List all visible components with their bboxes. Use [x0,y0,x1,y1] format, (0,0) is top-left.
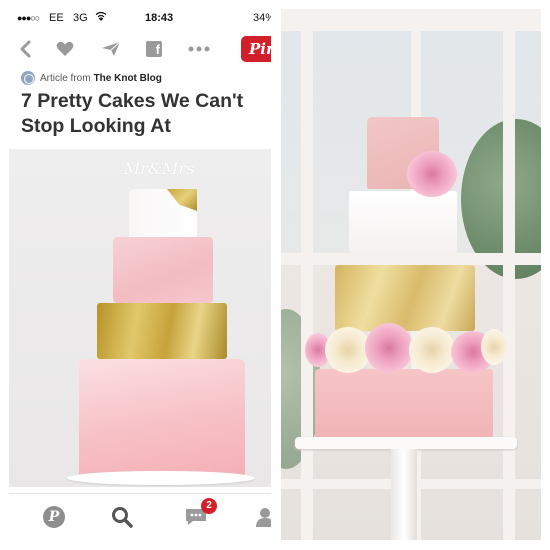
heart-icon[interactable] [55,37,75,61]
bottom-tab-bar: P 2 [9,493,271,540]
rose-topper [407,151,457,197]
status-bar: ●●●○○ EE 3G 18:43 34% [9,9,271,29]
window-frame-middle [281,253,541,265]
peony-cream-2 [409,327,455,373]
profile-icon[interactable] [255,504,271,530]
more-icon[interactable] [187,37,211,61]
window-frame-left [301,9,313,540]
signal-strength: ●●●○○ [17,13,40,23]
messages-badge: 2 [201,498,217,514]
article-compass-icon [21,71,35,85]
cake-topper: Mr&Mrs [123,159,195,178]
cake-tier-bottom-pink [315,369,493,445]
cake-tier-bottom [79,359,245,479]
cake-photo-left[interactable]: Mr&Mrs [9,149,271,487]
send-icon[interactable] [99,37,123,61]
cake-stand [295,437,517,449]
article-source[interactable]: Article from The Knot Blog [21,69,261,87]
window-frame-right [503,9,515,540]
cake-stand-pedestal [391,449,417,540]
cake-tier-top [129,189,197,237]
cake-board [67,471,255,485]
facebook-icon[interactable]: f [145,37,163,61]
wifi-icon [95,11,107,24]
battery-level: 34% [253,12,271,24]
article-source-prefix: Article from [40,72,91,84]
search-icon[interactable] [109,504,135,530]
peony-pink-center [365,323,413,373]
pinterest-home-icon[interactable]: P [41,504,67,530]
cake-tier-gold [97,303,227,359]
carrier-name: EE [49,12,64,24]
cake-photo-right [281,9,541,540]
cake-tier-gold-leaf [335,265,475,331]
pinterest-screenshot: ●●●○○ EE 3G 18:43 34% f Pinterest Articl… [9,9,271,540]
cake-tier-white [349,191,457,253]
peony-cream-right [481,329,507,365]
back-chevron-icon[interactable] [15,37,35,61]
status-time: 18:43 [145,12,174,24]
article-title: 7 Pretty Cakes We Can't Stop Looking At [21,90,244,137]
pinterest-save-button[interactable]: Pinterest [241,36,271,62]
pin-toolbar: f Pinterest [9,35,271,63]
article-source-name[interactable]: The Knot Blog [94,73,162,84]
cake-tier-pink [113,237,213,303]
network-type: 3G [73,12,88,24]
